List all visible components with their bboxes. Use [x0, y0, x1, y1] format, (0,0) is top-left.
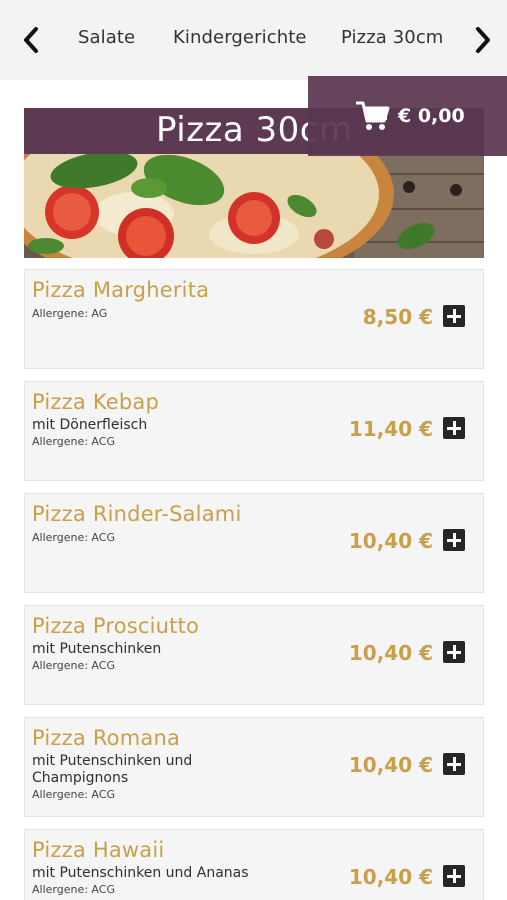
chevron-left-icon [24, 27, 38, 53]
product-allergens: Allergene: ACG [32, 659, 115, 672]
product-details: mit Dönerfleisch Allergene: ACG [32, 417, 332, 449]
product-details: mit Putenschinken Allergene: ACG [32, 641, 332, 673]
add-to-cart-button[interactable] [443, 305, 465, 327]
pizza-image [24, 154, 484, 258]
category-hero-image [24, 154, 484, 258]
product-card: Pizza Romana mit Putenschinken und Champ… [24, 717, 484, 817]
product-name: Pizza Prosciutto [32, 614, 200, 638]
product-card: Pizza Hawaii mit Putenschinken und Anana… [24, 829, 484, 900]
nav-item-pizza-30cm[interactable]: Pizza 30cm [341, 27, 443, 48]
chevron-right-icon [476, 27, 490, 53]
product-details: mit Putenschinken und Ananas Allergene: … [32, 865, 292, 897]
add-to-cart-button[interactable] [443, 753, 465, 775]
product-card: Pizza Rinder-Salami Allergene: ACG 10,40… [24, 493, 484, 593]
nav-next-button[interactable] [470, 24, 496, 56]
product-name: Pizza Romana [32, 726, 181, 750]
category-nav: Salate Kindergerichte Pizza 30cm [0, 0, 507, 80]
product-price: 10,40 € [348, 529, 433, 553]
product-price: 8,50 € [362, 305, 433, 329]
add-to-cart-button[interactable] [443, 529, 465, 551]
product-name: Pizza Kebap [32, 390, 160, 414]
product-price: 10,40 € [348, 641, 433, 665]
product-price: 11,40 € [348, 417, 433, 441]
product-description: mit Dönerfleisch [32, 417, 148, 433]
nav-item-salate[interactable]: Salate [78, 27, 135, 48]
product-details: mit Putenschinken und Champignons Allerg… [32, 753, 242, 802]
product-description: mit Putenschinken und Ananas [32, 865, 249, 881]
cart-button[interactable]: € 0,00 [308, 76, 507, 156]
product-card: Pizza Margherita Allergene: AG 8,50 € [24, 269, 484, 369]
product-allergens: Allergene: AG [32, 307, 108, 320]
nav-prev-button[interactable] [18, 24, 44, 56]
product-price: 10,40 € [348, 753, 433, 777]
add-to-cart-button[interactable] [443, 417, 465, 439]
cart-total: € 0,00 [398, 105, 465, 127]
product-allergens: Allergene: ACG [32, 531, 115, 544]
product-allergens: Allergene: ACG [32, 788, 115, 801]
product-name: Pizza Rinder-Salami [32, 502, 242, 526]
product-price: 10,40 € [348, 865, 433, 889]
product-name: Pizza Margherita [32, 278, 210, 302]
product-card: Pizza Kebap mit Dönerfleisch Allergene: … [24, 381, 484, 481]
add-to-cart-button[interactable] [443, 865, 465, 887]
add-to-cart-button[interactable] [443, 641, 465, 663]
nav-item-kindergerichte[interactable]: Kindergerichte [173, 27, 307, 48]
product-card: Pizza Prosciutto mit Putenschinken Aller… [24, 605, 484, 705]
product-description: mit Putenschinken und Champignons [32, 753, 193, 786]
shopping-cart-icon [356, 101, 390, 130]
product-description: mit Putenschinken [32, 641, 162, 657]
product-allergens: Allergene: ACG [32, 883, 115, 896]
product-allergens: Allergene: ACG [32, 435, 115, 448]
product-name: Pizza Hawaii [32, 838, 165, 862]
